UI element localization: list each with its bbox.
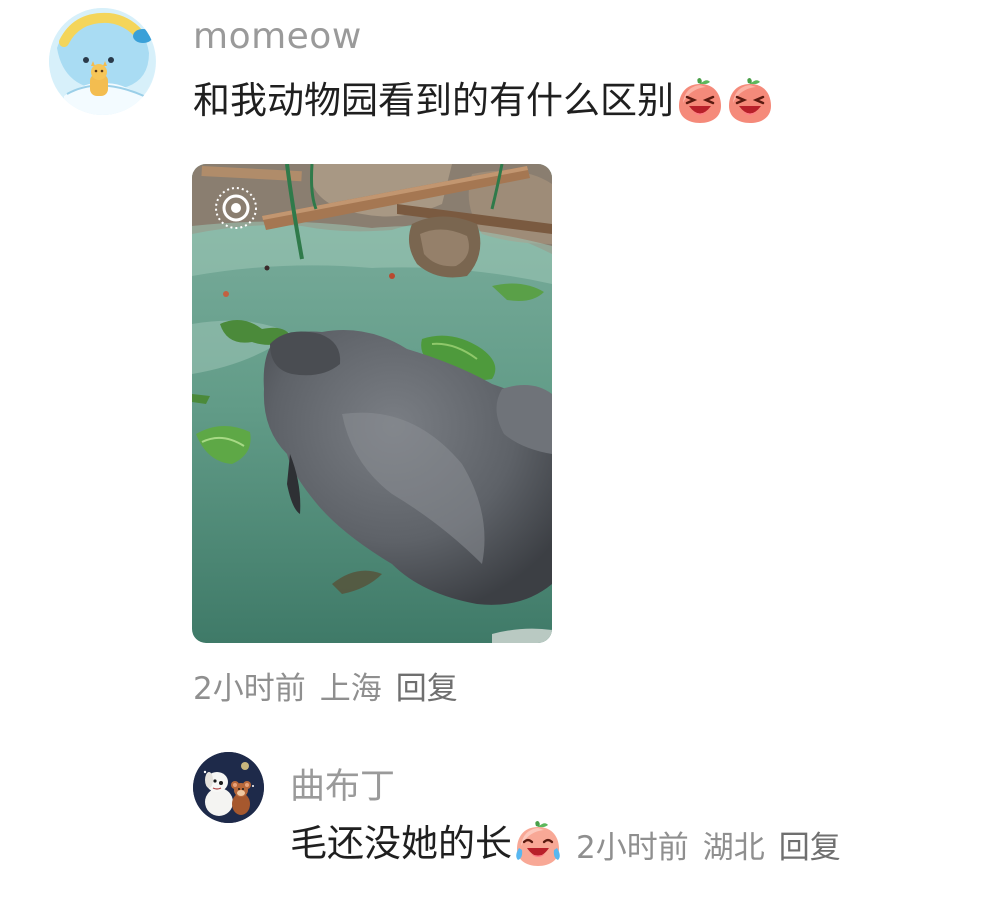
comment-meta: 2小时前 上海 回复	[193, 663, 458, 708]
comment-body: 和我动物园看到的有什么区别	[193, 75, 774, 127]
reply-meta: 2小时前 湖北 回复	[576, 822, 841, 867]
comment-text: 和我动物园看到的有什么区别	[193, 79, 674, 122]
avatar-cartoon-icon	[193, 752, 264, 823]
laughing-peach-icon	[679, 78, 721, 123]
crying-laughing-peach-icon	[516, 821, 560, 866]
gorilla-photo-image	[192, 164, 552, 643]
reply-text: 毛还没她的长	[290, 822, 512, 865]
comment-time: 2小时前	[193, 671, 306, 707]
reply-time: 2小时前	[576, 829, 689, 866]
comment-username[interactable]: momeow	[193, 16, 362, 57]
live-photo-icon	[215, 187, 257, 229]
laughing-peach-icon	[729, 78, 771, 123]
reply-reply-button[interactable]: 回复	[779, 822, 841, 867]
reply-username[interactable]: 曲布丁	[290, 758, 395, 809]
reply-user-avatar[interactable]	[193, 752, 264, 823]
reply-body: 毛还没她的长 2小时前 湖北 回复	[290, 818, 841, 870]
comment-thread: momeow 和我动物园看到的有什么区别 2小时前 上海 回复 曲布丁 毛还没她…	[0, 0, 990, 902]
reply-location: 湖北	[702, 829, 765, 866]
reply-button[interactable]: 回复	[396, 663, 458, 708]
comment-location: 上海	[319, 671, 382, 707]
comment-photo[interactable]	[192, 164, 552, 643]
avatar-cartoon-icon	[49, 8, 155, 115]
user-avatar[interactable]	[49, 8, 156, 115]
